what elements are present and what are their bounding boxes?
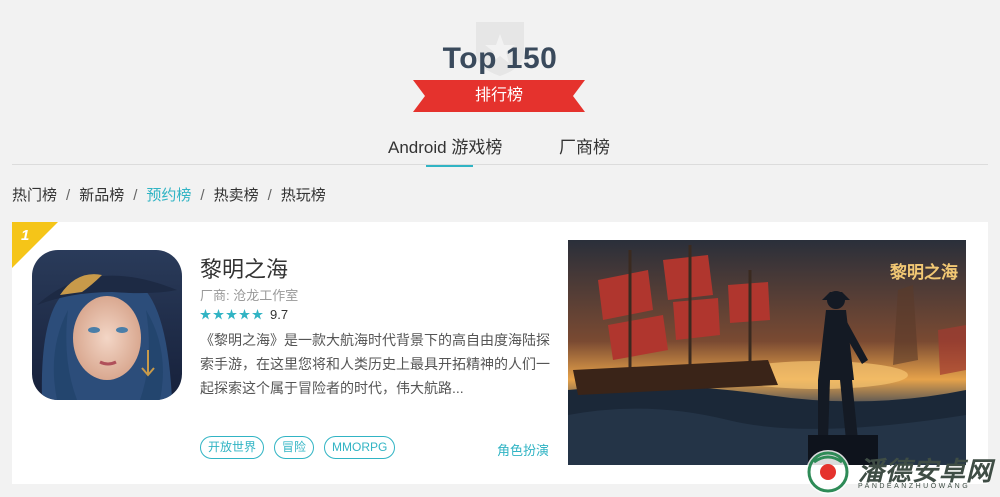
tab-android-games[interactable]: Android 游戏榜 [388,135,502,167]
tab-bar: Android 游戏榜 厂商榜 [0,135,1000,167]
app-description: 《黎明之海》是一款大航海时代背景下的高自由度海陆探索手游，在这里您将和人类历史上… [200,332,550,396]
ribbon-label: 排行榜 [474,87,523,104]
developer-label: 厂商: 沧龙工作室 [200,288,299,303]
filter-separator: / [267,187,272,204]
rating: 9.7 [200,306,288,322]
star-icon [226,308,237,319]
filter-hot[interactable]: 热门榜 [12,184,57,205]
filter-breadcrumb: 热门榜 / 新品榜 / 预约榜 / 热卖榜 / 热玩榜 [12,184,326,204]
filter-separator: / [200,187,205,204]
rating-score: 9.7 [270,306,289,322]
page-title: Top 150 [442,42,558,75]
app-name[interactable]: 黎明之海 [200,252,288,284]
watermark-subtext: PANDEANZHUOWANG [858,483,971,490]
star-icon [213,308,224,319]
tag-open-world[interactable]: 开放世界 [200,436,265,459]
screenshot-logo: 黎明之海 [890,263,958,283]
filter-bestselling[interactable]: 热卖榜 [214,184,259,205]
game-card[interactable]: 1 黎明之海 厂商: 沧龙工作室 9.7 《黎明之海》是一款大航海时代背景下的高… [12,222,988,484]
tab-divider [12,164,988,165]
filter-separator: / [133,187,138,204]
star-icon [252,308,263,319]
star-icon [200,308,211,319]
rank-number: 1 [21,227,30,244]
filter-most-played[interactable]: 热玩榜 [281,184,326,205]
tag-adventure[interactable]: 冒险 [274,436,315,459]
tag-mmorpg[interactable]: MMORPG [324,436,396,459]
app-icon[interactable] [32,250,182,400]
tag-list: 开放世界 冒险 MMORPG [200,436,405,459]
filter-separator: / [66,187,71,204]
star-icon [239,308,250,319]
filter-new[interactable]: 新品榜 [79,184,124,205]
genre-link[interactable]: 角色扮演 [497,440,549,459]
game-screenshot[interactable]: 黎明之海 [568,240,966,465]
tab-vendors[interactable]: 厂商榜 [559,135,610,165]
filter-reservation[interactable]: 预约榜 [146,184,191,205]
